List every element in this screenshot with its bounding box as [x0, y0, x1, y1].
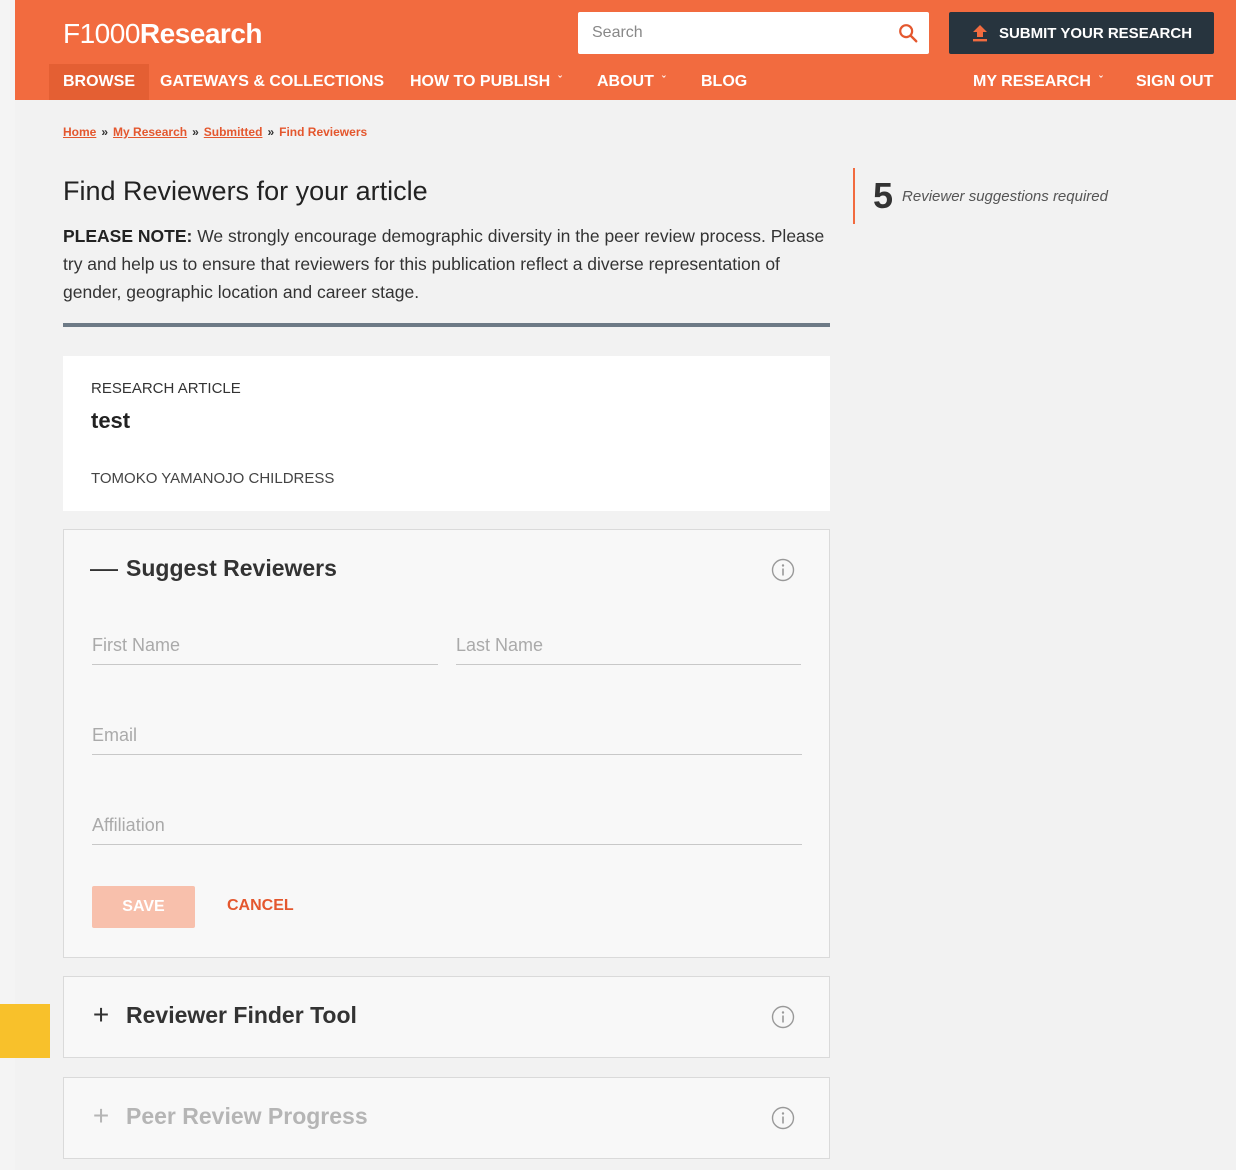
first-name-input[interactable] [92, 627, 438, 663]
reviewer-finder-title: Reviewer Finder Tool [126, 1001, 357, 1028]
expand-icon: + [92, 999, 110, 1030]
diversity-note: PLEASE NOTE: We strongly encourage demog… [63, 222, 833, 306]
submit-research-label: SUBMIT YOUR RESEARCH [998, 24, 1193, 42]
feedback-tab[interactable] [0, 1004, 50, 1058]
breadcrumb-current: Find Reviewers [279, 125, 368, 139]
peer-review-progress-title: Peer Review Progress [126, 1102, 368, 1129]
chevron-down-icon: ˇ [558, 75, 562, 87]
peer-review-progress-header[interactable]: + Peer Review Progress [90, 1100, 368, 1132]
site-logo[interactable]: F1000Research [63, 18, 263, 50]
nav-browse[interactable]: BROWSE [49, 64, 149, 100]
reviewer-finder-header[interactable]: + Reviewer Finder Tool [90, 999, 357, 1031]
affiliation-field [92, 807, 802, 845]
last-name-input[interactable] [456, 627, 801, 663]
email-input[interactable] [92, 717, 802, 753]
save-button[interactable]: SAVE [92, 886, 195, 928]
breadcrumb-separator: » [267, 125, 275, 139]
breadcrumb-home[interactable]: Home [63, 125, 96, 139]
main-nav: BROWSE GATEWAYS & COLLECTIONS HOW TO PUB… [15, 64, 1236, 100]
suggest-reviewers-header[interactable]: — Suggest Reviewers [90, 552, 337, 584]
page-title: Find Reviewers for your article [63, 176, 428, 206]
breadcrumb-submitted[interactable]: Submitted [204, 125, 263, 139]
reviewer-finder-panel: + Reviewer Finder Tool [63, 976, 830, 1058]
breadcrumb-separator: » [101, 125, 109, 139]
logo-prefix: F1000 [63, 18, 140, 49]
logo-suffix: Research [139, 18, 263, 49]
nav-my-research[interactable]: MY RESEARCH ˇ [959, 64, 1117, 100]
email-field [92, 717, 802, 755]
article-title: test [91, 408, 131, 433]
breadcrumb: Home » My Research » Submitted » Find Reviewer… [63, 125, 367, 139]
divider [63, 323, 830, 327]
reviewer-count-label: Reviewer suggestions required [902, 187, 1108, 205]
article-type: RESEARCH ARTICLE [91, 380, 241, 397]
collapse-icon: — [90, 552, 118, 583]
last-name-field [456, 627, 801, 665]
peer-review-progress-panel: + Peer Review Progress [63, 1077, 830, 1159]
suggest-reviewers-panel: — Suggest Reviewers SAVE CANCEL [63, 529, 830, 958]
nav-sign-out[interactable]: SIGN OUT [1122, 64, 1227, 100]
first-name-field [92, 627, 438, 665]
chevron-down-icon: ˇ [1098, 75, 1103, 87]
upload-icon [972, 25, 987, 42]
submit-research-button[interactable]: SUBMIT YOUR RESEARCH [949, 12, 1214, 54]
cancel-button[interactable]: CANCEL [227, 897, 294, 915]
search-input[interactable] [578, 12, 878, 54]
nav-blog[interactable]: BLOG [687, 64, 761, 100]
breadcrumb-separator: » [192, 125, 199, 139]
info-icon[interactable] [771, 1106, 795, 1130]
nav-gateways-collections[interactable]: GATEWAYS & COLLECTIONS [146, 64, 398, 100]
affiliation-input[interactable] [92, 807, 802, 843]
note-label: PLEASE NOTE: [63, 226, 193, 246]
reviewer-count: 5 [873, 175, 894, 216]
info-icon[interactable] [771, 558, 795, 582]
chevron-down-icon: ˇ [661, 75, 666, 87]
article-card: RESEARCH ARTICLE test TOMOKO YAMANOJO CH… [63, 356, 830, 511]
article-author: TOMOKO YAMANOJO CHILDRESS [91, 470, 335, 487]
expand-icon: + [92, 1100, 110, 1131]
nav-about-label: ABOUT [597, 73, 654, 90]
search-icon[interactable] [897, 22, 919, 44]
reviewer-count-box: 5 Reviewer suggestions required [853, 168, 1108, 224]
search-box [578, 12, 929, 54]
nav-how-to-publish[interactable]: HOW TO PUBLISH ˇ [396, 64, 576, 100]
breadcrumb-my-research[interactable]: My Research [113, 125, 187, 139]
nav-about[interactable]: ABOUT ˇ [583, 64, 680, 100]
nav-how-to-publish-label: HOW TO PUBLISH [410, 73, 551, 90]
suggest-reviewers-title: Suggest Reviewers [126, 554, 337, 581]
nav-my-research-label: MY RESEARCH [973, 73, 1091, 90]
info-icon[interactable] [771, 1005, 795, 1029]
site-header: F1000Research SUBMIT YOUR RESEARCH BROWS… [15, 0, 1236, 100]
